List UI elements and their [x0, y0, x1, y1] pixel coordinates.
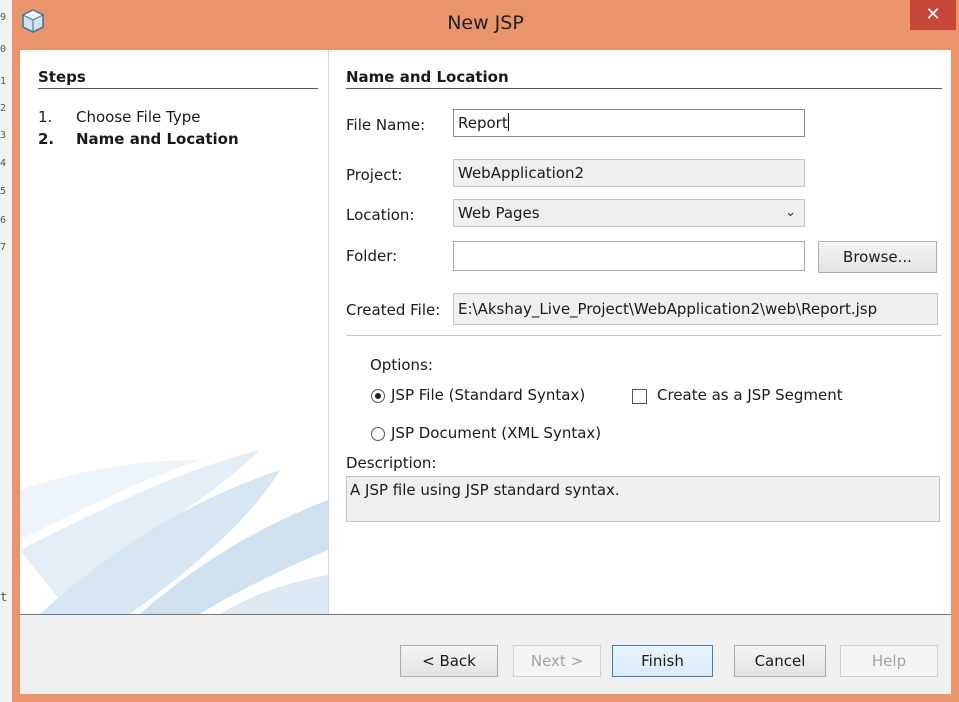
project-label: Project:: [346, 166, 403, 184]
text-caret: [507, 113, 509, 131]
cancel-button[interactable]: Cancel: [734, 645, 826, 677]
dialog-body: Steps 1. Choose File Type 2. Name and Loca…: [20, 50, 951, 694]
jsp-document-radio[interactable]: [371, 427, 385, 441]
description-text: A JSP file using JSP standard syntax.: [346, 476, 940, 522]
jsp-segment-checkbox-label[interactable]: Create as a JSP Segment: [657, 386, 843, 404]
close-button[interactable]: ✕: [910, 0, 956, 30]
finish-button[interactable]: Finish: [612, 645, 713, 677]
steps-divider: [38, 88, 318, 89]
background-text: t: [0, 590, 8, 604]
next-button[interactable]: Next >: [513, 645, 601, 677]
line-number: 2: [0, 103, 7, 114]
file-name-input[interactable]: Report: [453, 109, 805, 137]
jsp-document-radio-label[interactable]: JSP Document (XML Syntax): [391, 424, 601, 442]
step-number: 1.: [38, 108, 53, 126]
wizard-swirl-graphic: [20, 450, 328, 614]
line-number: 3: [0, 130, 7, 141]
button-bar: < Back Next > Finish Cancel Help: [20, 615, 951, 694]
folder-input[interactable]: [453, 241, 805, 271]
location-value: Web Pages: [458, 204, 540, 222]
section-divider: [346, 88, 942, 89]
options-divider-highlight: [346, 336, 942, 337]
folder-label: Folder:: [346, 247, 398, 265]
radio-selected-dot: [375, 393, 381, 399]
step-number: 2.: [38, 130, 55, 148]
jsp-file-radio-label[interactable]: JSP File (Standard Syntax): [391, 386, 585, 404]
description-label: Description:: [346, 454, 437, 472]
project-field: WebApplication2: [453, 159, 805, 187]
steps-panel: Steps 1. Choose File Type 2. Name and Loca…: [20, 50, 329, 614]
line-number: 0: [0, 44, 7, 55]
line-number: 6: [0, 215, 7, 226]
file-name-label: File Name:: [346, 116, 426, 134]
window-title: New JSP: [447, 12, 524, 34]
steps-title: Steps: [38, 68, 86, 86]
title-bar[interactable]: New JSP ✕: [12, 0, 959, 50]
location-label: Location:: [346, 206, 415, 224]
line-number: 9: [0, 12, 7, 23]
chevron-down-icon: ⌄: [785, 205, 796, 220]
step-choose-file-type: 1. Choose File Type: [38, 108, 200, 126]
new-jsp-dialog: New JSP ✕ Steps 1. Choose File Type 2. Nam…: [12, 0, 959, 702]
created-file-label: Created File:: [346, 301, 441, 319]
file-name-value: Report: [458, 114, 508, 132]
jsp-file-radio[interactable]: [371, 389, 385, 403]
location-select[interactable]: Web Pages ⌄: [453, 199, 805, 227]
line-number: 7: [0, 242, 7, 253]
line-number: 1: [0, 76, 7, 87]
options-label: Options:: [370, 356, 433, 374]
jsp-segment-checkbox[interactable]: [632, 389, 647, 404]
line-number: 4: [0, 158, 7, 169]
step-label: Name and Location: [76, 130, 239, 148]
back-button[interactable]: < Back: [400, 645, 498, 677]
section-title: Name and Location: [346, 68, 509, 86]
step-name-and-location: 2. Name and Location: [38, 130, 239, 148]
created-file-field: E:\Akshay_Live_Project\WebApplication2\w…: [453, 293, 938, 325]
step-label: Choose File Type: [76, 108, 201, 126]
line-number: 5: [0, 186, 7, 197]
help-button[interactable]: Help: [840, 645, 938, 677]
browse-button[interactable]: Browse...: [818, 241, 937, 273]
